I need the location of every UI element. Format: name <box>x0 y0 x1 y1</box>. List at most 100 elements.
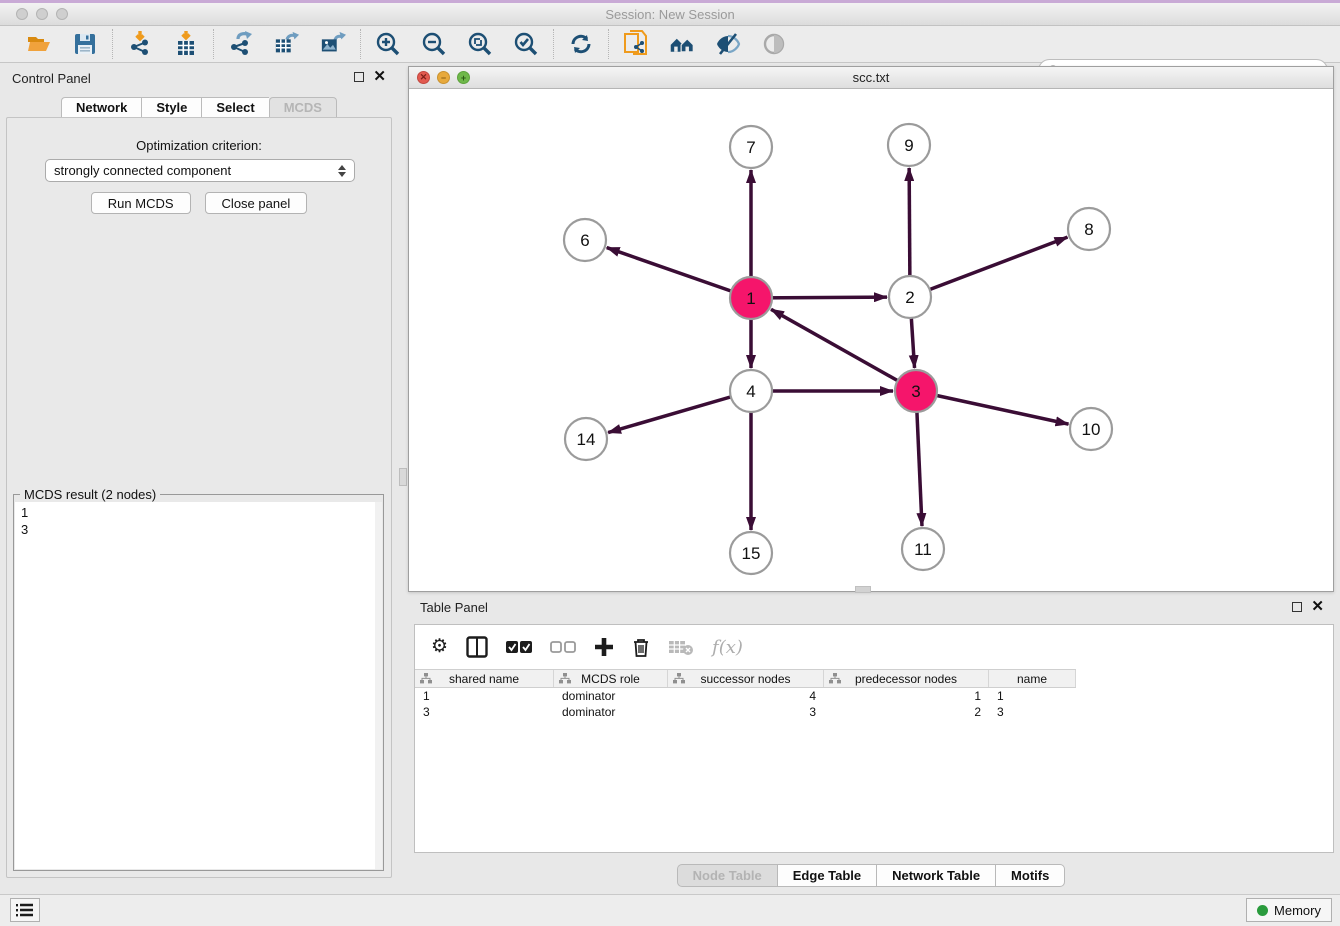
zoom-fit-icon[interactable] <box>467 31 493 57</box>
edge-3-to-1[interactable] <box>771 309 916 391</box>
add-column-icon[interactable] <box>594 637 614 657</box>
delete-icon[interactable] <box>632 637 650 657</box>
cell-successor-nodes[interactable]: 4 <box>668 688 824 704</box>
graph-node-6[interactable]: 6 <box>564 219 606 261</box>
cell-shared-name[interactable]: 1 <box>415 688 554 704</box>
tab-motifs[interactable]: Motifs <box>995 864 1065 887</box>
tab-network[interactable]: Network <box>61 97 141 118</box>
status-bar: Memory <box>0 894 1340 926</box>
column-header-successor-nodes[interactable]: successor nodes <box>668 670 824 687</box>
memory-status-icon <box>1257 905 1268 916</box>
import-network-icon[interactable] <box>127 31 153 57</box>
show-all-icon[interactable] <box>669 31 695 57</box>
network-window-titlebar[interactable]: ✕ − + scc.txt <box>409 67 1333 89</box>
cell-name[interactable]: 3 <box>989 704 1076 720</box>
tab-node-table[interactable]: Node Table <box>677 864 777 887</box>
column-header-shared-name[interactable]: shared name <box>415 670 554 687</box>
node-label: 3 <box>911 382 920 401</box>
close-panel-button[interactable]: Close panel <box>205 192 308 214</box>
export-image-icon[interactable] <box>320 31 346 57</box>
tab-mcds[interactable]: MCDS <box>269 97 337 118</box>
cell-predecessor-nodes[interactable]: 2 <box>824 704 989 720</box>
column-header-label: predecessor nodes <box>855 672 957 686</box>
deselect-all-checkboxes-icon[interactable] <box>550 640 576 654</box>
memory-button[interactable]: Memory <box>1246 898 1332 922</box>
cell-MCDS-role[interactable]: dominator <box>554 688 668 704</box>
mcds-result-text: 1 3 <box>21 504 28 538</box>
vertical-splitter-grip[interactable] <box>399 468 407 486</box>
settings-gear-icon[interactable]: ⚙ <box>431 637 448 657</box>
table-row[interactable]: 1dominator411 <box>415 688 1333 704</box>
graph-node-3[interactable]: 3 <box>895 370 937 412</box>
column-header-label: successor nodes <box>700 672 790 686</box>
tab-network-table[interactable]: Network Table <box>876 864 995 887</box>
close-panel-icon[interactable]: ✕ <box>373 72 386 82</box>
cell-successor-nodes[interactable]: 3 <box>668 704 824 720</box>
zoom-in-icon[interactable] <box>375 31 401 57</box>
node-label: 11 <box>914 540 932 559</box>
tab-style[interactable]: Style <box>141 97 201 118</box>
control-panel-header: Control Panel ✕ <box>0 68 396 92</box>
column-header-name[interactable]: name <box>989 670 1076 687</box>
table-body: 1dominator4113dominator323 <box>415 688 1333 720</box>
graph-node-4[interactable]: 4 <box>730 370 772 412</box>
import-table-icon[interactable] <box>173 31 199 57</box>
cell-name[interactable]: 1 <box>989 688 1076 704</box>
tab-edge-table[interactable]: Edge Table <box>777 864 876 887</box>
graph-node-2[interactable]: 2 <box>889 276 931 318</box>
edge-2-to-8[interactable] <box>910 237 1067 297</box>
mcds-result-textarea[interactable]: 1 3 <box>15 502 382 869</box>
edge-1-to-6[interactable] <box>607 248 751 298</box>
mcds-result-scrollbar[interactable] <box>375 502 382 869</box>
zoom-out-icon[interactable] <box>421 31 447 57</box>
split-columns-icon[interactable] <box>466 636 488 658</box>
delete-table-icon <box>668 638 694 656</box>
graph-node-8[interactable]: 8 <box>1068 208 1110 250</box>
column-header-predecessor-nodes[interactable]: predecessor nodes <box>824 670 989 687</box>
column-type-icon <box>559 673 571 684</box>
network-canvas[interactable]: 7 9 6 8 1 2 4 3 14 10 15 11 <box>409 89 1333 591</box>
select-all-checkboxes-icon[interactable] <box>506 640 532 654</box>
node-label: 9 <box>904 136 913 155</box>
graph-node-1[interactable]: 1 <box>730 277 772 319</box>
cell-shared-name[interactable]: 3 <box>415 704 554 720</box>
edge-3-to-10[interactable] <box>916 391 1069 424</box>
tab-select[interactable]: Select <box>201 97 268 118</box>
run-mcds-button[interactable]: Run MCDS <box>91 192 191 214</box>
table-panel-header: Table Panel ✕ <box>408 598 1334 620</box>
table-row[interactable]: 3dominator323 <box>415 704 1333 720</box>
graph-node-15[interactable]: 15 <box>730 532 772 574</box>
close-table-panel-icon[interactable]: ✕ <box>1311 602 1324 612</box>
graph-node-10[interactable]: 10 <box>1070 408 1112 450</box>
open-session-icon[interactable] <box>26 31 52 57</box>
graph-node-11[interactable]: 11 <box>902 528 944 570</box>
task-history-button[interactable] <box>10 898 40 922</box>
zoom-selected-icon[interactable] <box>513 31 539 57</box>
column-header-label: name <box>1017 672 1047 686</box>
table-toolbar: ⚙ f(x) <box>415 625 1333 669</box>
edge-4-to-14[interactable] <box>608 391 751 433</box>
export-table-icon[interactable] <box>274 31 300 57</box>
cell-MCDS-role[interactable]: dominator <box>554 704 668 720</box>
eye-disabled-icon <box>761 31 787 57</box>
node-label: 1 <box>746 289 755 308</box>
table-panel-box: ⚙ f(x) shared nameMCDS role successor nod… <box>414 624 1334 853</box>
column-type-icon <box>673 673 685 684</box>
hide-panel-icon[interactable] <box>715 31 741 57</box>
node-label: 8 <box>1084 220 1093 239</box>
table-panel-title: Table Panel <box>420 600 488 615</box>
column-header-MCDS-role[interactable]: MCDS role <box>554 670 668 687</box>
graph-node-14[interactable]: 14 <box>565 418 607 460</box>
float-table-panel-icon[interactable] <box>1292 602 1302 612</box>
new-network-icon[interactable] <box>623 31 649 57</box>
float-panel-icon[interactable] <box>354 72 364 82</box>
cell-predecessor-nodes[interactable]: 1 <box>824 688 989 704</box>
graph-node-9[interactable]: 9 <box>888 124 930 166</box>
optimization-criterion-select[interactable]: strongly connected component <box>45 159 355 182</box>
graph-node-7[interactable]: 7 <box>730 126 772 168</box>
horizontal-splitter-grip[interactable] <box>855 586 871 593</box>
export-network-icon[interactable] <box>228 31 254 57</box>
refresh-layout-icon[interactable] <box>568 31 594 57</box>
network-graph: 7 9 6 8 1 2 4 3 14 10 15 11 <box>409 89 1333 591</box>
save-session-icon[interactable] <box>72 31 98 57</box>
